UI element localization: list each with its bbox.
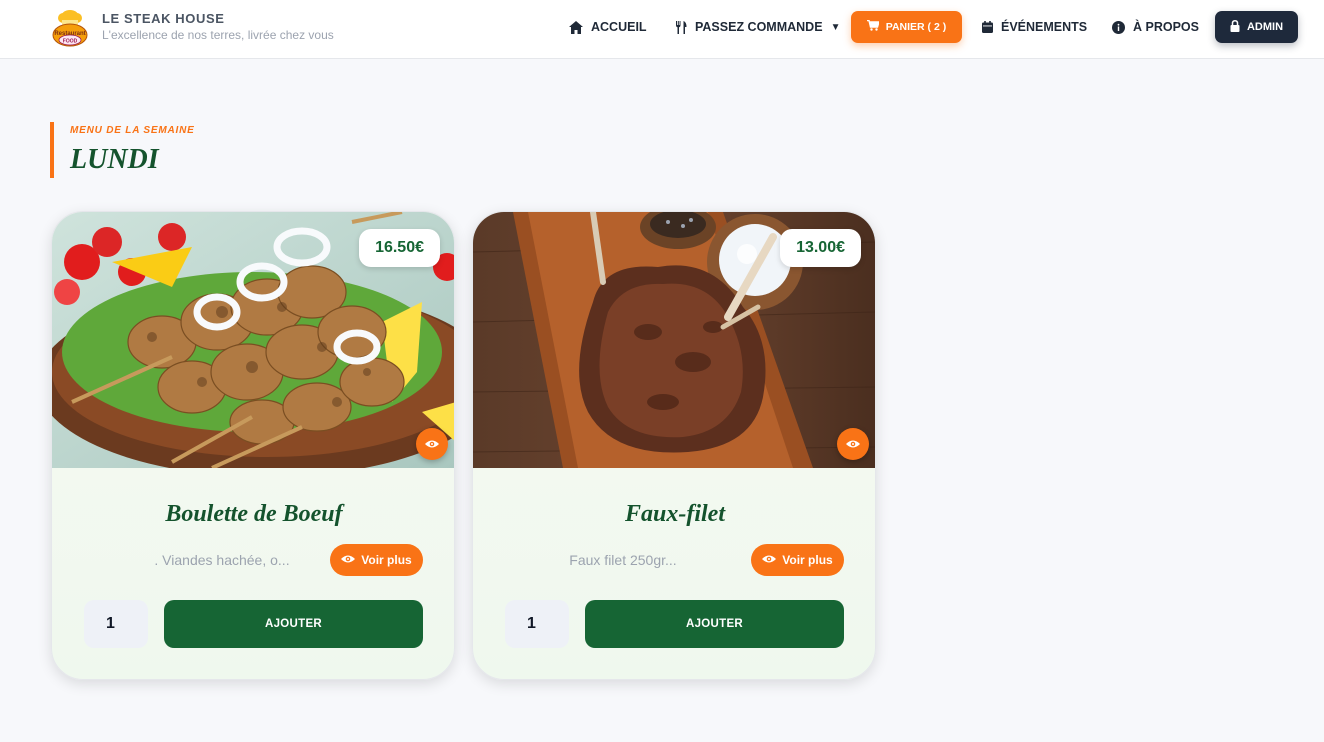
- nav-events-link[interactable]: ÉVÉNEMENTS: [982, 11, 1087, 43]
- cart-label: PANIER ( 2 ): [885, 21, 947, 33]
- product-image-steak[interactable]: 13.00€: [473, 212, 875, 468]
- admin-label: ADMIN: [1246, 21, 1284, 33]
- info-icon: [1112, 20, 1125, 34]
- quick-view-button[interactable]: [837, 428, 869, 460]
- eye-icon: [341, 553, 356, 567]
- product-name: Boulette de Boeuf: [165, 501, 343, 527]
- add-to-cart-button[interactable]: AJOUTER: [585, 600, 844, 648]
- eye-icon: [846, 439, 860, 449]
- section-kicker: MENU DE LA SEMAINE: [70, 125, 195, 136]
- product-name: Faux-filet: [625, 501, 725, 527]
- eye-icon: [762, 553, 777, 567]
- cart-icon: [866, 19, 880, 34]
- nav-order-label: PASSEZ COMMANDE: [695, 20, 823, 34]
- nav-home-label: ACCUEIL: [591, 20, 647, 34]
- product-card: 13.00€ Faux-filet Faux filet 250gr... Vo…: [472, 211, 876, 680]
- quantity-input[interactable]: 1: [505, 600, 569, 648]
- see-more-button[interactable]: Voir plus: [751, 544, 844, 576]
- brand-title[interactable]: LE STEAK HOUSE: [102, 11, 225, 26]
- logo-text-top: Restaurant: [54, 31, 85, 37]
- cutlery-icon: [675, 20, 687, 34]
- quick-view-button[interactable]: [416, 428, 448, 460]
- nav-about-label: À PROPOS: [1133, 20, 1199, 34]
- see-more-label: Voir plus: [782, 553, 833, 567]
- nav-events-label: ÉVÉNEMENTS: [1001, 20, 1088, 34]
- see-more-label: Voir plus: [361, 553, 412, 567]
- top-navbar: Restaurant FOOD LE STEAK HOUSE L'excelle…: [0, 0, 1324, 59]
- eye-icon: [425, 439, 439, 449]
- price-badge: 13.00€: [780, 229, 861, 267]
- home-icon: [569, 20, 583, 34]
- price-badge: 16.50€: [359, 229, 440, 267]
- calendar-icon: [982, 21, 993, 33]
- product-description: Faux filet 250gr...: [569, 552, 677, 568]
- nav-home-link[interactable]: ACCUEIL: [569, 11, 647, 43]
- see-more-button[interactable]: Voir plus: [330, 544, 423, 576]
- add-to-cart-button[interactable]: AJOUTER: [164, 600, 423, 648]
- day-title: LUNDI: [70, 144, 159, 175]
- logo-text-bottom: FOOD: [63, 39, 78, 45]
- brand-subtitle: L'excellence de nos terres, livrée chez …: [102, 28, 334, 42]
- product-image-skewers[interactable]: 16.50€: [52, 212, 454, 468]
- restaurant-logo[interactable]: Restaurant FOOD: [50, 8, 90, 48]
- section-accent-bar: [50, 122, 54, 178]
- lock-icon: [1230, 19, 1240, 35]
- quantity-input[interactable]: 1: [84, 600, 148, 648]
- nav-about-link[interactable]: À PROPOS: [1112, 11, 1199, 43]
- product-description: . Viandes hachée, o...: [154, 552, 290, 568]
- chevron-down-icon: ▼: [830, 21, 841, 33]
- admin-button[interactable]: ADMIN: [1215, 11, 1298, 43]
- cart-button[interactable]: PANIER ( 2 ): [851, 11, 962, 43]
- nav-order-dropdown[interactable]: PASSEZ COMMANDE ▼: [675, 11, 840, 43]
- product-card: 16.50€ Boulette de Boeuf . Viandes haché…: [51, 211, 455, 680]
